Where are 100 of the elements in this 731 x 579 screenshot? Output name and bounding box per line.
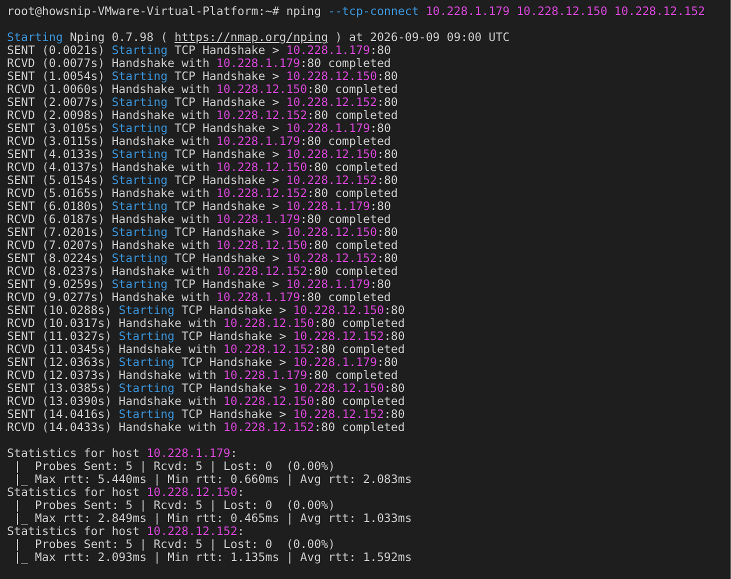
- terminal-text: RCVD (8.0237s) Handshake with: [7, 264, 210, 278]
- terminal-text: SENT (10.0288s): [7, 303, 113, 317]
- terminal-text: :: [230, 446, 238, 460]
- terminal-text: :80: [376, 95, 398, 109]
- highlighted-word: Starting: [118, 303, 175, 317]
- highlighted-word: Starting: [118, 329, 175, 343]
- ip-address: 10.228.1.179 10.228.12.150 10.228.12.152: [424, 4, 706, 18]
- terminal-text: TCP Handshake >: [180, 355, 288, 369]
- highlighted-word: Starting: [112, 173, 168, 187]
- terminal-text: :: [237, 485, 244, 499]
- ip-address: 10.228.12.150: [223, 316, 314, 330]
- ip-address: 10.228.1.179: [216, 290, 300, 304]
- terminal-text: :80 completed: [307, 238, 398, 252]
- highlighted-word: Starting: [112, 95, 168, 109]
- terminal-text: :80 completed: [314, 342, 405, 356]
- terminal-text: :80: [384, 329, 405, 343]
- terminal-text: RCVD (4.0137s) Handshake with: [7, 160, 210, 174]
- terminal-text: :80: [376, 251, 398, 265]
- terminal-text: TCP Handshake >: [174, 277, 280, 291]
- terminal-text: ) at 2026-09-09 09:00 UTC: [334, 30, 510, 44]
- terminal-text: | Probes Sent: 5 | Rcvd: 5 | Lost: 0 (0.00%): [12, 537, 336, 551]
- highlighted-word: Starting: [112, 199, 168, 213]
- terminal-text: :80: [376, 225, 398, 239]
- terminal-text: TCP Handshake >: [174, 95, 280, 109]
- ip-address: 10.228.1.179: [216, 212, 300, 226]
- terminal-text: Statistics for host: [7, 446, 141, 460]
- terminal-text: :80: [370, 199, 391, 213]
- terminal-text: :80 completed: [307, 108, 398, 122]
- terminal-text: |_ Max rtt: 2.849ms | Min rtt: 0.465ms | Avg rtt: 1.033ms: [12, 511, 412, 525]
- terminal-text: SENT (7.0201s): [7, 225, 106, 239]
- ip-address: 10.228.12.152: [223, 342, 314, 356]
- ip-address: 10.228.12.152: [223, 420, 314, 434]
- terminal-text: SENT (5.0154s): [7, 173, 106, 187]
- terminal-text: TCP Handshake >: [180, 381, 288, 395]
- ip-address: 10.228.12.150: [223, 394, 314, 408]
- terminal-text: RCVD (5.0165s) Handshake with: [7, 186, 210, 200]
- ip-address: 10.228.12.150: [293, 381, 384, 395]
- terminal-text: Statistics for host: [7, 524, 141, 538]
- terminal-text: TCP Handshake >: [174, 69, 280, 83]
- terminal-text: :80 completed: [300, 134, 391, 148]
- terminal-text: TCP Handshake >: [180, 303, 288, 317]
- ip-address: 10.228.12.150: [286, 147, 377, 161]
- terminal-text: :80: [376, 69, 398, 83]
- ip-address: 10.228.12.150: [146, 485, 238, 499]
- terminal-text: RCVD (14.0433s) Handshake with: [7, 420, 218, 434]
- terminal-text: RCVD (11.0345s) Handshake with: [7, 342, 218, 356]
- terminal-text: TCP Handshake >: [174, 173, 280, 187]
- highlighted-word: Starting: [118, 381, 175, 395]
- terminal-text: :80: [376, 355, 398, 369]
- ip-address: 10.228.1.179: [216, 134, 300, 148]
- terminal-text: TCP Handshake >: [174, 121, 280, 135]
- terminal-text: TCP Handshake >: [174, 199, 280, 213]
- ip-address: 10.228.1.179: [293, 355, 377, 369]
- ip-address: 10.228.12.152: [286, 95, 377, 109]
- terminal-text: :80: [376, 147, 398, 161]
- terminal-text: SENT (0.0021s): [7, 43, 106, 57]
- terminal-text: :80 completed: [314, 420, 405, 434]
- terminal-text: root@howsnip-VMware-Virtual-Platform:~# nping: [7, 4, 322, 18]
- terminal-text: | Probes Sent: 5 | Rcvd: 5 | Lost: 0 (0.00%): [12, 498, 336, 512]
- terminal-text: :80 completed: [300, 56, 391, 70]
- highlighted-word: Starting: [118, 407, 175, 421]
- ip-address: 10.228.1.179: [223, 368, 308, 382]
- terminal-text: TCP Handshake >: [174, 225, 280, 239]
- terminal-text: SENT (11.0327s): [7, 329, 113, 343]
- terminal-text: TCP Handshake >: [174, 43, 280, 57]
- highlighted-word: Starting: [112, 69, 168, 83]
- ip-address: 10.228.12.152: [216, 186, 308, 200]
- terminal-text: SENT (1.0054s): [7, 69, 106, 83]
- terminal-text: RCVD (9.0277s) Handshake with: [7, 290, 210, 304]
- terminal-text: :80 completed: [300, 212, 391, 226]
- terminal-text: :80: [384, 381, 405, 395]
- ip-address: 10.228.1.179: [286, 199, 370, 213]
- ip-address: 10.228.1.179: [286, 121, 370, 135]
- terminal-text: :80: [376, 173, 398, 187]
- ip-address: 10.228.12.150: [216, 238, 308, 252]
- terminal-text: :80 completed: [307, 368, 398, 382]
- terminal-text: SENT (2.0077s): [7, 95, 106, 109]
- terminal-text: :80 completed: [307, 264, 398, 278]
- ip-address: 10.228.12.150: [293, 303, 384, 317]
- terminal-text: SENT (9.0259s): [7, 277, 106, 291]
- highlighted-word: Starting: [112, 277, 168, 291]
- terminal-text: :80: [370, 121, 391, 135]
- terminal-text: |_ Max rtt: 5.440ms | Min rtt: 0.660ms | Avg rtt: 2.083ms: [12, 472, 412, 486]
- highlighted-word: Starting: [112, 251, 168, 265]
- terminal-text: RCVD (6.0187s) Handshake with: [7, 212, 210, 226]
- ip-address: 10.228.12.150: [216, 82, 308, 96]
- terminal-text: | Probes Sent: 5 | Rcvd: 5 | Lost: 0 (0.00%): [12, 459, 336, 473]
- ip-address: 10.228.12.152: [216, 108, 308, 122]
- terminal-text: :80 completed: [314, 394, 405, 408]
- terminal-text: :80 completed: [314, 316, 405, 330]
- terminal-text: RCVD (3.0115s) Handshake with: [7, 134, 210, 148]
- terminal-text: SENT (3.0105s): [7, 121, 106, 135]
- url-link[interactable]: https://nmap.org/nping: [174, 30, 328, 44]
- terminal-text: SENT (12.0363s): [7, 355, 113, 369]
- ip-address: 10.228.12.152: [286, 251, 377, 265]
- terminal-text: TCP Handshake >: [180, 329, 288, 343]
- terminal-text: :80: [384, 303, 405, 317]
- terminal-text: TCP Handshake >: [174, 251, 280, 265]
- ip-address: 10.228.12.152: [293, 407, 384, 421]
- terminal-text: RCVD (0.0077s) Handshake with: [7, 56, 210, 70]
